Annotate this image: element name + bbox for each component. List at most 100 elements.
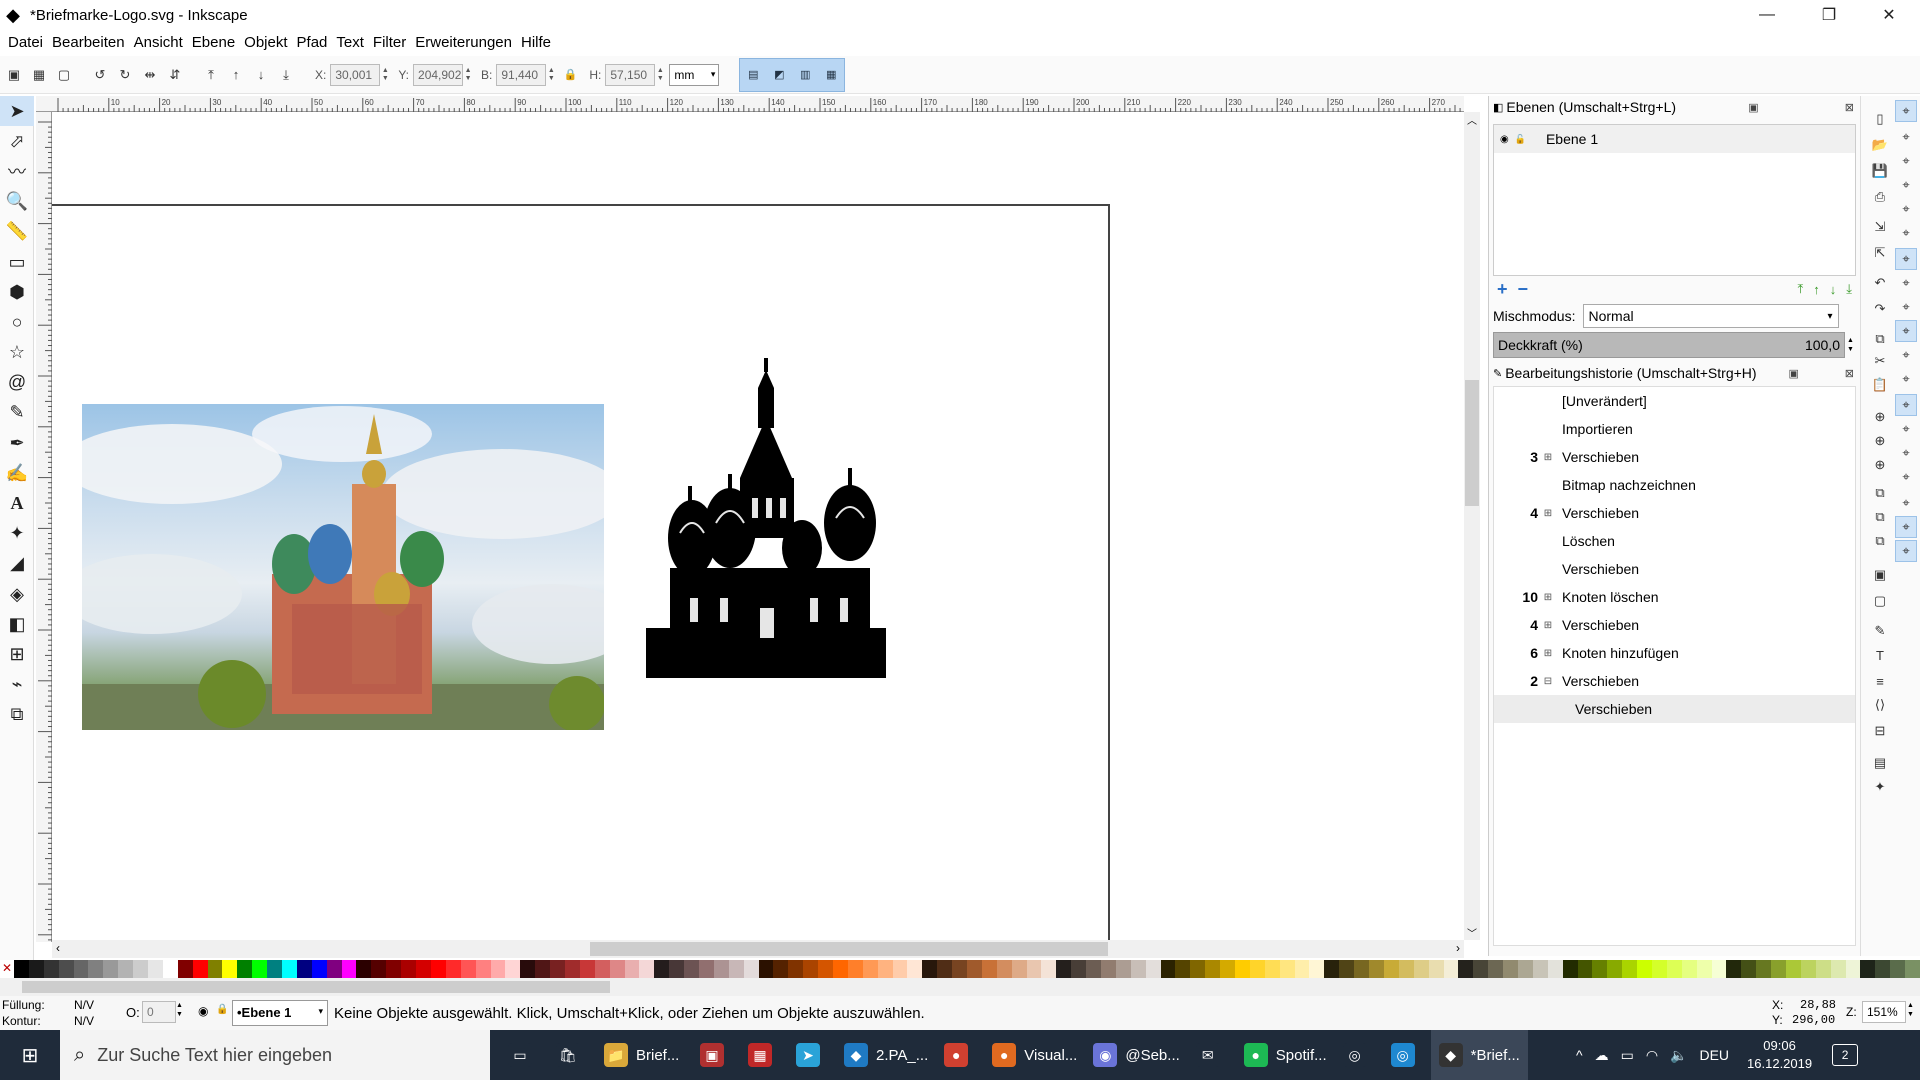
unit-select[interactable]: mm ▾	[669, 63, 720, 86]
color-swatch[interactable]	[1071, 960, 1087, 978]
color-swatch[interactable]	[1145, 960, 1161, 978]
color-swatch[interactable]	[773, 960, 789, 978]
color-swatch[interactable]	[1398, 960, 1414, 978]
color-swatch[interactable]	[133, 960, 149, 978]
color-palette[interactable]: ✕	[0, 960, 1920, 978]
color-swatch[interactable]	[788, 960, 804, 978]
color-swatch[interactable]	[1443, 960, 1459, 978]
duplicate-icon[interactable]: ⧉	[1869, 482, 1891, 504]
history-item[interactable]: 6 ⊞ Knoten hinzufügen	[1494, 639, 1855, 667]
gradient-tool-icon[interactable]: ◧	[0, 609, 34, 639]
expand-icon[interactable]: ⊞	[1538, 648, 1558, 659]
color-swatch[interactable]	[88, 960, 104, 978]
color-swatch[interactable]	[1592, 960, 1608, 978]
color-swatch[interactable]	[1503, 960, 1518, 978]
color-swatch[interactable]	[148, 960, 163, 978]
color-swatch[interactable]	[1547, 960, 1563, 978]
volume-icon[interactable]: 🔈	[1670, 1047, 1687, 1064]
color-swatch[interactable]	[967, 960, 982, 978]
zoom-spinner[interactable]: ▲ ▼	[1907, 1001, 1914, 1019]
color-swatch[interactable]	[1756, 960, 1772, 978]
color-swatch[interactable]	[1294, 960, 1310, 978]
snap-object-centers-icon[interactable]: ⌖	[1895, 418, 1917, 440]
color-swatch[interactable]	[311, 960, 327, 978]
pencil-tool-icon[interactable]: ✎	[0, 398, 34, 428]
color-swatch[interactable]	[252, 960, 268, 978]
snap-grids-icon[interactable]: ⌖	[1895, 516, 1917, 538]
scale-corners-icon[interactable]: ◩	[766, 60, 792, 90]
group-icon[interactable]: ▣	[1869, 564, 1891, 586]
snap-guides-icon[interactable]: ⌖	[1895, 540, 1917, 562]
color-swatch[interactable]	[1175, 960, 1191, 978]
layer-up-icon[interactable]: ↑	[1813, 282, 1820, 297]
color-swatch[interactable]	[103, 960, 119, 978]
unlink-clone-icon[interactable]: ⧉	[1869, 530, 1891, 552]
search-box[interactable]: ⌕ Zur Suche Text hier eingeben	[60, 1030, 490, 1080]
color-swatch[interactable]	[118, 960, 134, 978]
eraser-tool-icon[interactable]: ◢	[0, 549, 34, 579]
color-swatch[interactable]	[282, 960, 297, 978]
color-swatch[interactable]	[73, 960, 89, 978]
color-swatch[interactable]	[505, 960, 521, 978]
blend-select[interactable]: Normal ▾	[1583, 304, 1840, 328]
color-swatch[interactable]	[1235, 960, 1250, 978]
taskbar-app-inkscape[interactable]: ◆ *Brief...	[1430, 1030, 1528, 1080]
color-swatch[interactable]	[267, 960, 283, 978]
flip-vertical-icon[interactable]: ⇵	[164, 64, 186, 86]
color-swatch[interactable]	[1086, 960, 1102, 978]
color-swatch[interactable]	[877, 960, 893, 978]
x-spinner[interactable]: ▲ ▼	[380, 64, 390, 86]
history-item[interactable]: Bitmap nachzeichnen	[1494, 471, 1855, 499]
snap-line-midpoints-icon[interactable]: ⌖	[1895, 368, 1917, 390]
color-swatch[interactable]	[609, 960, 625, 978]
expand-icon[interactable]: ⊞	[1538, 620, 1558, 631]
color-swatch[interactable]	[520, 960, 536, 978]
color-swatch[interactable]	[192, 960, 208, 978]
color-swatch[interactable]	[58, 960, 74, 978]
layer-down-icon[interactable]: ↓	[1830, 282, 1837, 297]
3d-box-tool-icon[interactable]: ⬢	[0, 277, 34, 307]
color-swatch[interactable]	[832, 960, 848, 978]
raise-to-top-icon[interactable]: ⤒	[200, 64, 222, 86]
align-icon[interactable]: ⊟	[1869, 720, 1891, 742]
color-swatch[interactable]	[550, 960, 565, 978]
color-swatch[interactable]	[1205, 960, 1221, 978]
color-swatch[interactable]	[1637, 960, 1652, 978]
rectangle-tool-icon[interactable]: ▭	[0, 247, 34, 277]
language-indicator[interactable]: DEU	[1699, 1047, 1729, 1063]
color-swatch[interactable]	[1622, 960, 1638, 978]
color-swatch[interactable]	[564, 960, 580, 978]
expand-icon[interactable]: ⊞	[1538, 508, 1558, 519]
color-swatch[interactable]	[1666, 960, 1682, 978]
history-item[interactable]: 2 ⊟ Verschieben	[1494, 667, 1855, 695]
color-swatch[interactable]	[237, 960, 253, 978]
color-swatch[interactable]	[1681, 960, 1697, 978]
zoom-selection-icon[interactable]: ⊕	[1869, 406, 1891, 428]
paste-icon[interactable]: 📋	[1869, 374, 1891, 396]
maximize-button[interactable]: ❐	[1806, 0, 1852, 30]
panel-close-icon[interactable]: ⊠	[1845, 367, 1854, 380]
text-font-icon[interactable]: T	[1869, 644, 1891, 666]
expand-icon[interactable]: ⊞	[1538, 452, 1558, 463]
menu-hilfe[interactable]: Hilfe	[521, 34, 551, 51]
color-swatch[interactable]	[892, 960, 908, 978]
snap-others-icon[interactable]: ⌖	[1895, 394, 1917, 416]
pen-tool-icon[interactable]: ✒	[0, 428, 34, 458]
layer-name[interactable]: Ebene 1	[1546, 131, 1598, 147]
history-item[interactable]: 4 ⊞ Verschieben	[1494, 499, 1855, 527]
opacity-slider[interactable]: Deckkraft (%) 100,0	[1493, 332, 1845, 358]
move-gradients-icon[interactable]: ▥	[792, 60, 818, 90]
color-swatch[interactable]	[1011, 960, 1027, 978]
menu-pfad[interactable]: Pfad	[297, 34, 328, 51]
preferences-icon[interactable]: ✦	[1869, 776, 1891, 798]
windows-start-icon[interactable]: ⊞	[0, 1030, 60, 1080]
snap-nodes-icon[interactable]: ⌖	[1895, 248, 1917, 270]
color-swatch[interactable]	[416, 960, 431, 978]
color-swatch[interactable]	[371, 960, 387, 978]
canvas[interactable]	[52, 112, 1464, 940]
lock-icon[interactable]: 🔓	[1515, 134, 1526, 145]
zoom-drawing-icon[interactable]: ⊕	[1869, 430, 1891, 452]
opacity-field[interactable]: 0	[142, 1001, 176, 1023]
vertical-scroll-thumb[interactable]	[1465, 380, 1479, 506]
document-props-icon[interactable]: ▤	[1869, 752, 1891, 774]
